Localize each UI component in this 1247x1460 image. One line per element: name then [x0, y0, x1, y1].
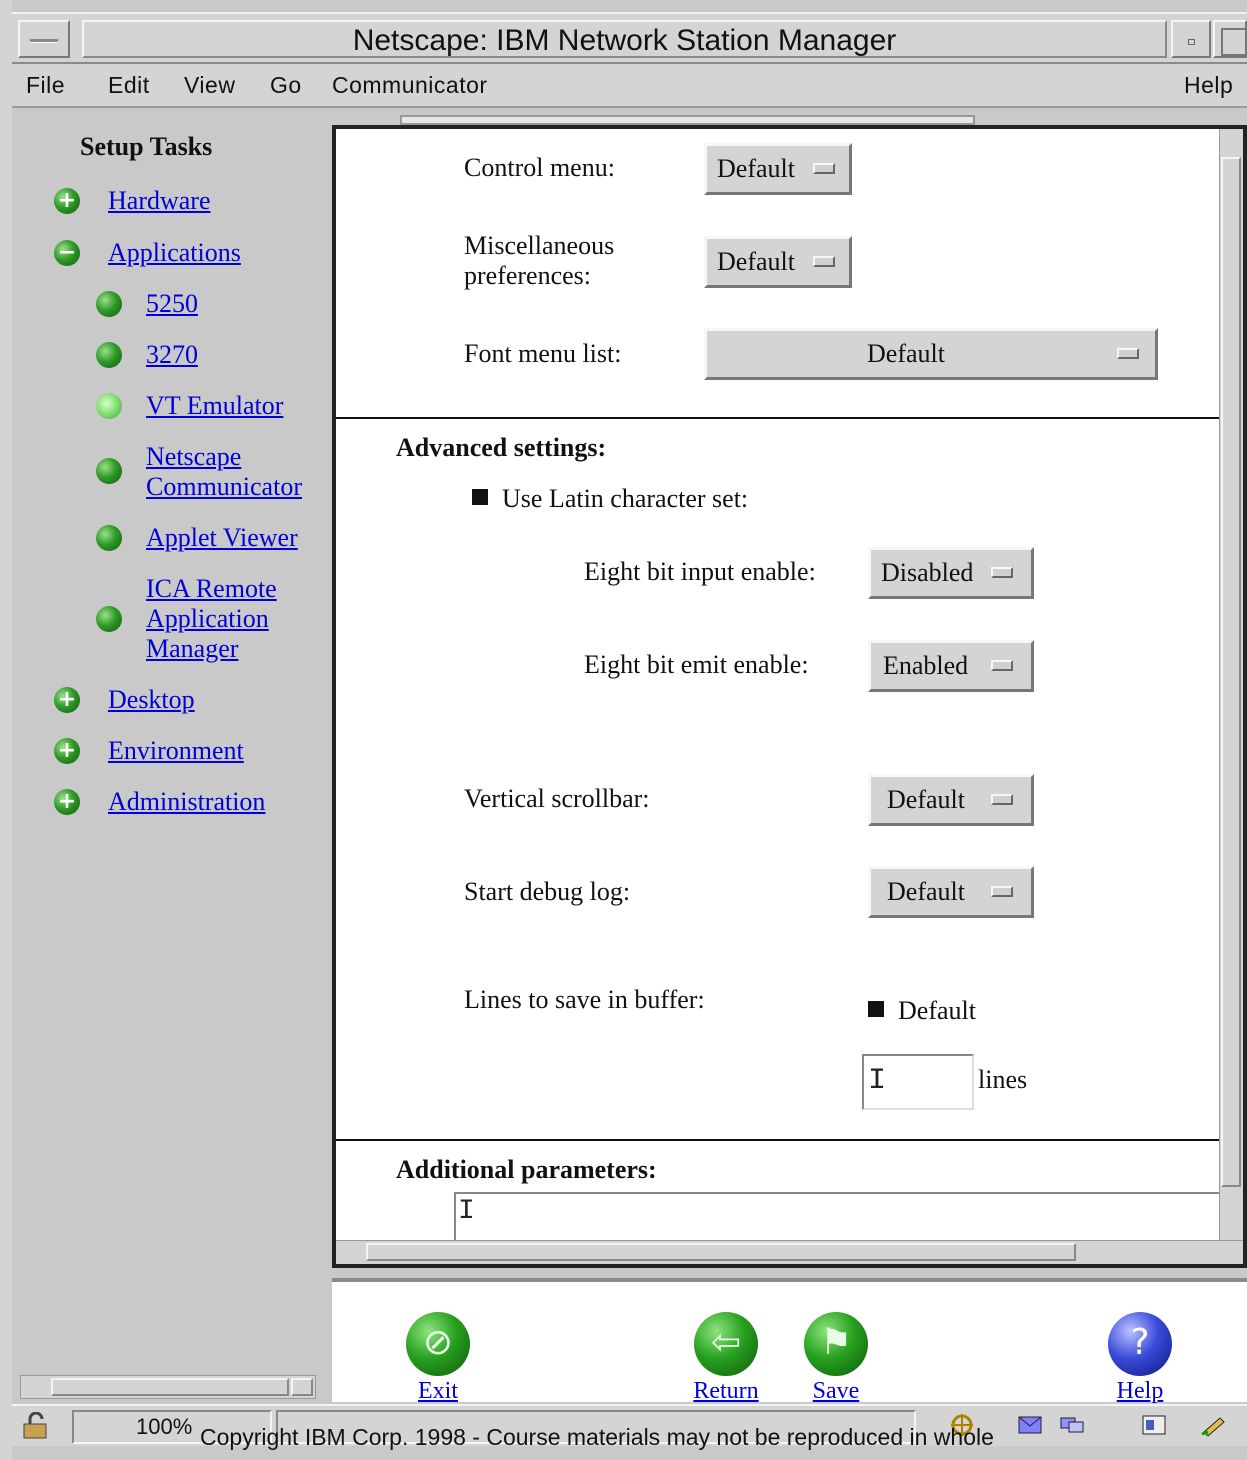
- mail-icon[interactable]: [1016, 1412, 1044, 1438]
- location-field[interactable]: [400, 115, 975, 125]
- menu-file[interactable]: File: [26, 72, 65, 99]
- sidebar-item-5250[interactable]: 5250: [146, 289, 198, 319]
- section-divider: [336, 417, 1220, 419]
- lines-buffer-input[interactable]: I: [862, 1054, 974, 1110]
- sidebar-item-netscape-communicator[interactable]: Netscape Communicator: [146, 442, 302, 502]
- sidebar-item-applications[interactable]: Applications: [108, 238, 241, 268]
- sidebar-item-applet-viewer[interactable]: Applet Viewer: [146, 523, 298, 553]
- scrollbar-thumb[interactable]: [366, 1243, 1076, 1261]
- control-menu-select[interactable]: Default: [704, 143, 852, 195]
- sidebar-item-vt-emulator[interactable]: VT Emulator: [146, 391, 283, 421]
- vertical-scrollbar-select[interactable]: Default: [868, 774, 1034, 826]
- window-menu-button[interactable]: [18, 20, 70, 58]
- sidebar-item-desktop[interactable]: Desktop: [108, 685, 195, 715]
- discussions-icon[interactable]: [1058, 1412, 1086, 1438]
- settings-form-frame: Control menu: Default Miscellaneous prefe…: [332, 125, 1247, 1268]
- selected-ball-icon: [96, 393, 122, 419]
- content-horizontal-scrollbar[interactable]: [336, 1240, 1243, 1264]
- dropdown-indicator-icon: [991, 660, 1013, 671]
- menu-edit[interactable]: Edit: [108, 72, 150, 99]
- scrollbar-thumb[interactable]: [1221, 157, 1241, 1187]
- dropdown-indicator-icon: [813, 163, 835, 174]
- misc-preferences-label: Miscellaneous preferences:: [464, 231, 615, 290]
- eight-bit-emit-select[interactable]: Enabled: [868, 640, 1034, 692]
- scrollbar-thumb[interactable]: [51, 1378, 289, 1396]
- expand-plus-icon[interactable]: +: [54, 687, 80, 713]
- scroll-right-arrow-icon[interactable]: [291, 1378, 313, 1396]
- dropdown-indicator-icon: [1117, 348, 1139, 359]
- bullet-ball-icon: [96, 458, 122, 484]
- sidebar-item-ica-remote[interactable]: ICA Remote Application Manager: [146, 574, 277, 664]
- setup-tasks-sidebar: Setup Tasks + Hardware − Applications 52…: [18, 110, 320, 1400]
- return-button[interactable]: ⇦ Return: [686, 1312, 766, 1405]
- composer-pen-icon[interactable]: [1200, 1412, 1228, 1438]
- dropdown-indicator-icon: [991, 886, 1013, 897]
- vertical-scrollbar-label: Vertical scrollbar:: [464, 784, 650, 813]
- lines-buffer-default-checkbox[interactable]: [868, 1001, 884, 1017]
- scroll-left-arrow-icon[interactable]: [23, 1378, 47, 1396]
- start-debug-log-select[interactable]: Default: [868, 866, 1034, 918]
- control-menu-label: Control menu:: [464, 153, 615, 182]
- menu-help[interactable]: Help: [1184, 72, 1233, 99]
- menu-bar: File Edit View Go Communicator Help: [12, 64, 1247, 108]
- dropdown-indicator-icon: [991, 567, 1013, 578]
- section-divider: [336, 1139, 1220, 1141]
- sidebar-horizontal-scrollbar[interactable]: [20, 1375, 316, 1399]
- dropdown-indicator-icon: [991, 794, 1013, 805]
- misc-preferences-select[interactable]: Default: [704, 236, 852, 288]
- font-menu-list-label: Font menu list:: [464, 339, 622, 368]
- additional-parameters-heading: Additional parameters:: [396, 1155, 657, 1184]
- exit-icon: ⊘: [406, 1312, 470, 1376]
- lines-buffer-default-label: Default: [898, 996, 976, 1025]
- address-book-icon[interactable]: [1140, 1412, 1168, 1438]
- title-bar: Netscape: IBM Network Station Manager: [12, 12, 1247, 64]
- action-button-frame: ⊘ Exit ⇦ Return ⚑ Save ? Help: [332, 1278, 1247, 1405]
- copyright-notice: Copyright IBM Corp. 1998 - Course materi…: [200, 1424, 994, 1450]
- expand-plus-icon[interactable]: +: [54, 188, 80, 214]
- help-question-icon: ?: [1108, 1312, 1172, 1376]
- menu-go[interactable]: Go: [270, 72, 302, 99]
- sidebar-heading: Setup Tasks: [80, 132, 213, 161]
- menu-view[interactable]: View: [184, 72, 235, 99]
- text-cursor-icon: I: [868, 1064, 887, 1098]
- save-button[interactable]: ⚑ Save: [796, 1312, 876, 1405]
- exit-button[interactable]: ⊘ Exit: [398, 1312, 478, 1405]
- sidebar-item-administration[interactable]: Administration: [108, 787, 265, 817]
- advanced-settings-heading: Advanced settings:: [396, 433, 607, 462]
- collapse-minus-icon[interactable]: −: [54, 240, 80, 266]
- bullet-ball-icon: [96, 291, 122, 317]
- bullet-ball-icon: [96, 606, 122, 632]
- eight-bit-input-select[interactable]: Disabled: [868, 547, 1034, 599]
- sidebar-item-hardware[interactable]: Hardware: [108, 186, 211, 216]
- font-menu-list-select[interactable]: Default: [704, 328, 1158, 380]
- lines-unit-label: lines: [978, 1065, 1028, 1094]
- sidebar-item-3270[interactable]: 3270: [146, 340, 198, 370]
- content-vertical-scrollbar[interactable]: [1219, 129, 1243, 1240]
- dropdown-indicator-icon: [813, 256, 835, 267]
- bullet-ball-icon: [96, 342, 122, 368]
- zoom-level: 100%: [136, 1414, 193, 1439]
- maximize-button[interactable]: [1213, 20, 1247, 58]
- eight-bit-input-label: Eight bit input enable:: [584, 557, 816, 586]
- return-arrow-icon: ⇦: [694, 1312, 758, 1376]
- eight-bit-emit-label: Eight bit emit enable:: [584, 650, 809, 679]
- menu-communicator[interactable]: Communicator: [332, 72, 488, 99]
- lines-buffer-label: Lines to save in buffer:: [464, 985, 705, 1014]
- expand-plus-icon[interactable]: +: [54, 738, 80, 764]
- use-latin-label: Use Latin character set:: [502, 484, 749, 513]
- minimize-button[interactable]: [1171, 20, 1211, 58]
- sidebar-item-environment[interactable]: Environment: [108, 736, 244, 766]
- help-button[interactable]: ? Help: [1100, 1312, 1180, 1405]
- additional-parameters-textarea[interactable]: I: [454, 1192, 1228, 1242]
- start-debug-log-label: Start debug log:: [464, 877, 631, 906]
- window-title: Netscape: IBM Network Station Manager: [82, 20, 1167, 58]
- security-lock-icon[interactable]: [22, 1412, 52, 1440]
- save-flags-icon: ⚑: [804, 1312, 868, 1376]
- bullet-ball-icon: [96, 525, 122, 551]
- expand-plus-icon[interactable]: +: [54, 789, 80, 815]
- use-latin-checkbox[interactable]: [472, 489, 488, 505]
- text-cursor-icon: I: [458, 1196, 475, 1227]
